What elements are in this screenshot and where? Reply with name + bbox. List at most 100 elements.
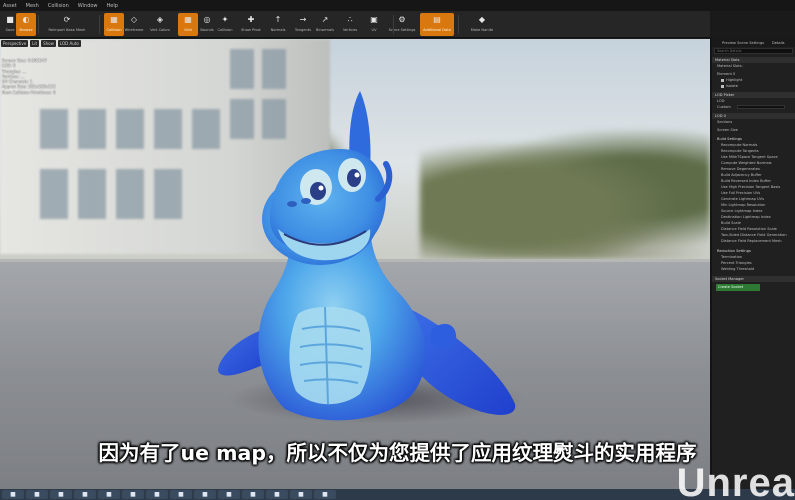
dragon-mesh[interactable] [200, 79, 530, 429]
reimport-icon: ⟳ [63, 15, 71, 24]
lod-select-box [736, 105, 785, 109]
screen-size-row: Screen Size [717, 128, 738, 132]
collision-icon: ▦ [110, 15, 118, 24]
viewport-show-button[interactable]: Show [41, 40, 56, 47]
isolate-label: Isolate [726, 84, 738, 88]
checkbox-icon [721, 78, 724, 82]
toolbar: ■ Save ◐ Browse ⟳ Reimport Base Mesh ▦ Collisio… [0, 11, 710, 38]
toolbar-label: Reimport Base Mesh [48, 28, 86, 32]
toolbar-label: Binormals [316, 28, 334, 32]
reduction-setting-row[interactable]: Welding Threshold [712, 266, 795, 272]
toolbar-scene-settings-button[interactable]: ⚙ Scene Settings [389, 13, 416, 36]
toolbar-show-pivot-button[interactable]: ✚ Show Pivot [241, 13, 261, 36]
create-socket-button[interactable]: Create Socket [716, 284, 760, 291]
viewport-stat-line: Approx Size: 281x183x151 [2, 84, 56, 90]
explorer-icon[interactable]: ■ [50, 490, 72, 499]
uv-icon: ▣ [370, 15, 378, 24]
media-icon[interactable]: ■ [98, 490, 120, 499]
menu-item-mesh[interactable]: Mesh [26, 3, 39, 9]
build-setting-row[interactable]: Distance Field Replacement Mesh [712, 238, 795, 244]
viewport-hud: Perspective Lit Show LOD Auto [0, 39, 82, 48]
viewport[interactable]: Perspective Lit Show LOD Auto Screen Size: … [0, 39, 710, 489]
viewport-lit-button[interactable]: Lit [30, 40, 40, 47]
toolbar-reimport-base-mesh-button[interactable]: ⟳ Reimport Base Mesh [44, 13, 90, 36]
toolbar-browse-button[interactable]: ◐ Browse [16, 13, 36, 36]
start-icon[interactable]: ■ [2, 490, 24, 499]
photoshop-icon[interactable]: ■ [170, 490, 192, 499]
toolbar-make-nanite-button[interactable]: ◆ Make Nanite [465, 13, 499, 36]
toolbar-collision-button[interactable]: ▦ Collision [104, 13, 124, 36]
details-search-input[interactable]: Search Details [714, 48, 793, 54]
nanite-icon: ◆ [478, 15, 486, 24]
highlight-label: Highlight [726, 78, 743, 82]
viewport-stat-line: Num Collision Primitives: 0 [2, 89, 56, 95]
toolbar-tangents-button[interactable]: → Tangents [293, 13, 313, 36]
material-slots-row: Material Slots: [717, 64, 743, 68]
toolbar-label: Vert Colors [150, 28, 170, 32]
folder-icon: ◐ [22, 15, 30, 24]
toolbar-label: Collision [217, 28, 233, 32]
toolbar-collision-button[interactable]: ✦ Collision [215, 13, 235, 36]
toolbar-vertices-button[interactable]: ∴ Vertices [340, 13, 360, 36]
lod-select-value: Custom [717, 105, 731, 109]
toolbar-label: Tangents [294, 28, 312, 32]
details-panel: Preview Scene Settings Details Search De… [710, 38, 795, 489]
viewport-perspective-button[interactable]: Perspective [1, 40, 29, 47]
toolbar-label: Grid [184, 28, 192, 32]
menu-item-collision[interactable]: Collision [48, 3, 69, 9]
toolbar-additional-data-button[interactable]: ▤ Additional Data [420, 13, 454, 36]
toolbar-label: Normals [270, 28, 286, 32]
toolbar-separator [99, 15, 100, 34]
toolbar-normals-button[interactable]: ↑ Normals [268, 13, 288, 36]
app-icon[interactable]: ■ [146, 490, 168, 499]
wireframe-icon: ◇ [130, 15, 138, 24]
toolbar-label: Bounds [200, 28, 214, 32]
toolbar-separator [393, 15, 394, 34]
toolbar-grid-button[interactable]: ▦ Grid [178, 13, 198, 36]
menu-item-asset[interactable]: Asset [3, 3, 17, 9]
scene-settings-icon: ⚙ [398, 15, 406, 24]
tab-preview-scene-settings[interactable]: Preview Scene Settings [722, 41, 764, 45]
save-icon: ■ [6, 15, 14, 24]
video-subtitle: 因为有了ue map，所以不仅为您提供了应用纹理熨斗的实用程序 [98, 441, 697, 465]
sections-row[interactable]: Sections [712, 119, 795, 125]
lod-select[interactable]: Custom [712, 104, 795, 110]
checkbox-icon [721, 84, 724, 88]
misc-icon[interactable]: ■ [290, 490, 312, 499]
toolbar-label: UV [371, 28, 377, 32]
menu-item-help[interactable]: Help [107, 3, 118, 9]
toolbar-label: Vertices [342, 28, 358, 32]
binormals-icon: ↗ [321, 15, 329, 24]
tab-details[interactable]: Details [772, 41, 784, 45]
vertices-icon: ∴ [347, 15, 353, 24]
bounds-icon: ◎ [203, 15, 211, 24]
toolbar-label: Make Nanite [470, 28, 494, 32]
toolbar-binormals-button[interactable]: ↗ Binormals [315, 13, 335, 36]
pivot-icon: ✚ [247, 15, 255, 24]
collision-view-icon: ✦ [221, 15, 229, 24]
premiere-icon[interactable]: ■ [242, 490, 264, 499]
toolbar-label: Additional Data [423, 28, 451, 32]
game-icon[interactable]: ■ [194, 490, 216, 499]
menu-bar: Asset Mesh Collision Window Help [0, 0, 795, 11]
toolbar-label: Show Pivot [241, 28, 261, 32]
settings-icon[interactable]: ■ [122, 490, 144, 499]
reduction-settings-list: Termination Percent Triangles Welding Thre… [712, 254, 795, 272]
browser-icon[interactable]: ■ [266, 490, 288, 499]
toolbar-vert-colors-button[interactable]: ◈ Vert Colors [150, 13, 170, 36]
unreal-icon[interactable]: ■ [218, 490, 240, 499]
misc-icon[interactable]: ■ [314, 490, 336, 499]
toolbar-label: Browse [19, 28, 33, 32]
isolate-checkbox[interactable]: Isolate [712, 83, 795, 89]
viewport-lod-auto-button[interactable]: LOD Auto [57, 40, 81, 47]
section-socket-manager[interactable]: Socket Manager [712, 276, 795, 282]
ie-icon[interactable]: ■ [26, 490, 48, 499]
chrome-icon[interactable]: ■ [74, 490, 96, 499]
menu-item-window[interactable]: Window [78, 3, 98, 9]
vert-colors-icon: ◈ [156, 15, 164, 24]
toolbar-wireframe-button[interactable]: ◇ Wireframe [124, 13, 144, 36]
toolbar-bounds-button[interactable]: ◎ Bounds [197, 13, 217, 36]
toolbar-uv-button[interactable]: ▣ UV [364, 13, 384, 36]
build-settings-list: Recompute Normals Recompute Tangents Use M… [712, 142, 795, 244]
tangents-icon: → [299, 15, 307, 24]
